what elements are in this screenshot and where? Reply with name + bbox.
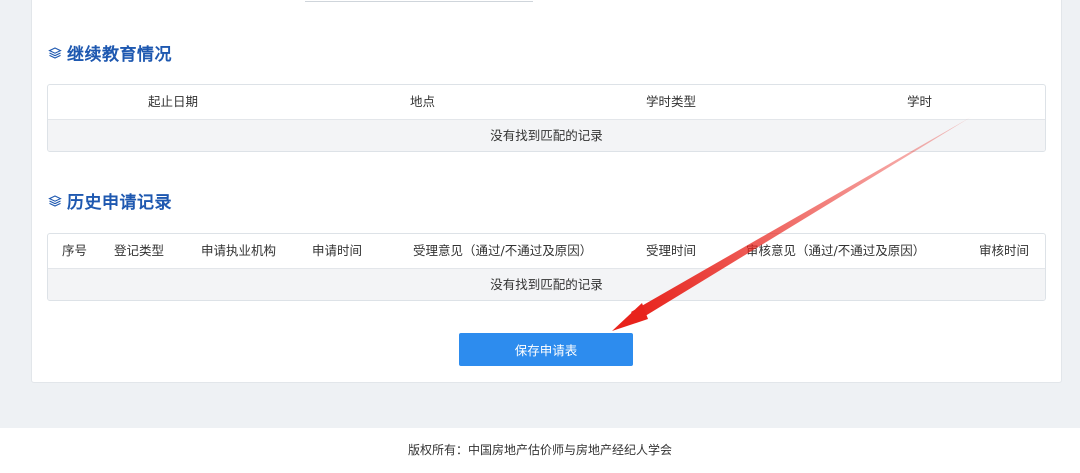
column-header-date-range[interactable]: 起止日期 [148,85,198,119]
save-application-button[interactable]: 保存申请表 [459,333,633,366]
section-title-continuing-education: 继续教育情况 [48,40,172,65]
layers-icon [48,193,62,207]
history-table: 序号 登记类型 申请执业机构 申请时间 受理意见（通过/不通过及原因） 受理时间… [47,233,1046,301]
column-header-acceptance-opinion[interactable]: 受理意见（通过/不通过及原因） [413,234,592,268]
column-header-institution[interactable]: 申请执业机构 [201,234,276,268]
column-header-location[interactable]: 地点 [410,85,435,119]
section-title-text: 继续教育情况 [67,44,172,65]
table-header: 起止日期 地点 学时类型 学时 [48,85,1045,119]
column-header-review-time[interactable]: 审核时间 [979,234,1029,268]
empty-row-message: 没有找到匹配的记录 [48,268,1045,300]
section-title-history: 历史申请记录 [48,188,172,213]
table-header: 序号 登记类型 申请执业机构 申请时间 受理意见（通过/不通过及原因） 受理时间… [48,234,1045,268]
column-header-apply-time[interactable]: 申请时间 [312,234,362,268]
continuing-education-table: 起止日期 地点 学时类型 学时 没有找到匹配的记录 [47,84,1046,152]
main-card [31,0,1062,383]
input-field-bottom-edge[interactable] [305,0,533,2]
column-header-hours[interactable]: 学时 [907,85,932,119]
footer-copyright: 版权所有：中国房地产估价师与房地产经纪人学会 [0,428,1080,473]
column-header-acceptance-time[interactable]: 受理时间 [646,234,696,268]
column-header-review-opinion[interactable]: 审核意见（通过/不通过及原因） [746,234,925,268]
column-header-index[interactable]: 序号 [62,234,87,268]
section-title-text: 历史申请记录 [67,192,172,213]
layers-icon [48,45,62,59]
column-header-registration-type[interactable]: 登记类型 [114,234,164,268]
column-header-hour-type[interactable]: 学时类型 [646,85,696,119]
empty-row-message: 没有找到匹配的记录 [48,119,1045,151]
